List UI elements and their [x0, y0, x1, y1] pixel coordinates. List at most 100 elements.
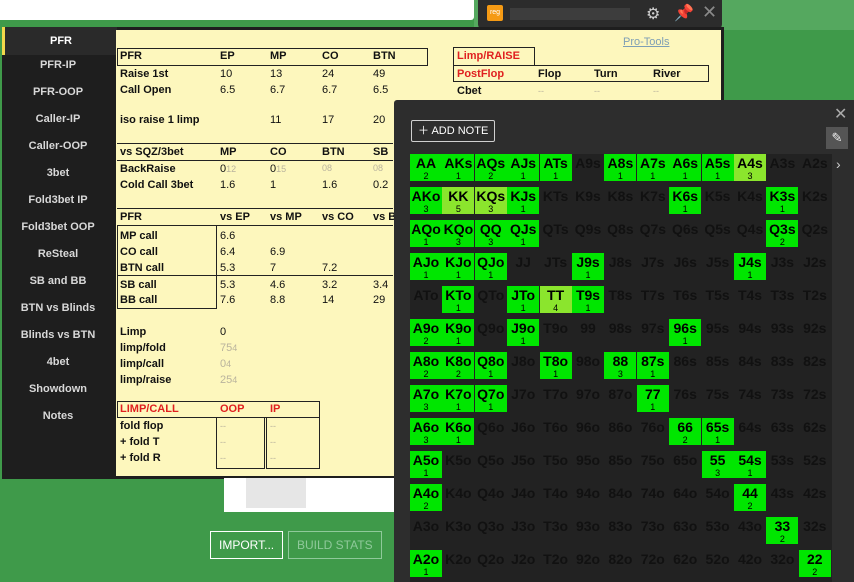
hand-cell[interactable]: 42s — [798, 484, 831, 511]
hand-cell[interactable]: 55 3 — [701, 451, 734, 478]
hand-cell[interactable]: 32s — [798, 517, 831, 544]
hand-cell[interactable]: 52s — [798, 451, 831, 478]
hand-cell[interactable]: 66 2 — [669, 418, 702, 445]
gear-icon[interactable]: ⚙ — [646, 4, 660, 24]
hand-cell[interactable]: 86o — [604, 418, 637, 445]
sidebar-item[interactable]: Showdown — [2, 379, 114, 399]
hand-cell[interactable]: T3s — [766, 286, 799, 313]
sidebar-item[interactable]: Blinds vs BTN — [2, 325, 114, 345]
hand-cell[interactable]: K8o 2 — [442, 352, 475, 379]
hand-cell[interactable]: J4o — [507, 484, 540, 511]
hand-cell[interactable]: 65s 1 — [701, 418, 734, 445]
hand-cell[interactable]: K6o 1 — [442, 418, 475, 445]
hand-cell[interactable]: Q5s — [701, 220, 734, 247]
hand-cell[interactable]: 85o — [604, 451, 637, 478]
hand-cell[interactable]: J5s — [701, 253, 734, 280]
pin-icon[interactable]: ✎ — [826, 127, 848, 149]
hand-cell[interactable]: AQo 1 — [410, 220, 442, 247]
hand-cell[interactable]: KTo 1 — [442, 286, 475, 313]
hand-cell[interactable]: K7o 1 — [442, 385, 475, 412]
hand-cell[interactable]: J9o 1 — [507, 319, 540, 346]
hand-cell[interactable]: T4o — [539, 484, 572, 511]
hand-cell[interactable]: J5o — [507, 451, 540, 478]
hand-cell[interactable]: JTo 1 — [507, 286, 540, 313]
hand-cell[interactable]: Q6o — [474, 418, 507, 445]
hand-cell[interactable]: 76o — [636, 418, 669, 445]
hand-cell[interactable]: 82o — [604, 550, 637, 577]
sidebar-item[interactable]: 4bet — [2, 352, 114, 372]
hand-cell[interactable]: 83o — [604, 517, 637, 544]
build-stats-button[interactable]: BUILD STATS — [288, 531, 382, 559]
hand-cell[interactable]: Q7s — [636, 220, 669, 247]
hand-cell[interactable]: 53s — [766, 451, 799, 478]
hand-cell[interactable]: 54s 1 — [734, 451, 766, 478]
hand-cell[interactable]: 95o — [572, 451, 604, 478]
hand-cell[interactable]: Q2o — [474, 550, 507, 577]
hand-cell[interactable]: KQo 3 — [442, 220, 475, 247]
hand-cell[interactable]: AKs 1 — [442, 154, 475, 181]
hand-cell[interactable]: Q8s — [604, 220, 637, 247]
hand-cell[interactable]: 97o — [572, 385, 604, 412]
hand-cell[interactable]: 83s — [766, 352, 799, 379]
hand-cell[interactable]: J6o — [507, 418, 540, 445]
hand-cell[interactable]: J7o — [507, 385, 540, 412]
chevron-right-icon[interactable]: › — [836, 156, 841, 172]
hand-cell[interactable]: KTs — [539, 187, 572, 214]
import-button[interactable]: IMPORT... — [210, 531, 284, 559]
hand-cell[interactable]: 95s — [701, 319, 734, 346]
hand-cell[interactable]: 92s — [798, 319, 831, 346]
hand-cell[interactable]: T2s — [798, 286, 831, 313]
hand-cell[interactable]: K8s — [604, 187, 637, 214]
hand-cell[interactable]: 32o — [766, 550, 799, 577]
hand-cell[interactable]: TT 4 — [539, 286, 572, 313]
hand-cell[interactable]: J8o — [507, 352, 540, 379]
hand-cell[interactable]: Q4s — [734, 220, 766, 247]
hand-cell[interactable]: T6s — [669, 286, 702, 313]
hand-cell[interactable]: JTs — [539, 253, 572, 280]
hand-cell[interactable]: QTo — [474, 286, 507, 313]
hand-cell[interactable]: A7s 1 — [636, 154, 669, 181]
hand-cell[interactable]: J9s 1 — [572, 253, 604, 280]
hand-cell[interactable]: Q7o 1 — [474, 385, 507, 412]
hand-cell[interactable]: K2o — [442, 550, 475, 577]
hand-cell[interactable]: K7s — [636, 187, 669, 214]
hand-cell[interactable]: J7s — [636, 253, 669, 280]
hand-cell[interactable]: T2o — [539, 550, 572, 577]
hand-cell[interactable]: Q3s 2 — [766, 220, 799, 247]
hand-cell[interactable]: T7o — [539, 385, 572, 412]
add-note-button[interactable]: ＋ ADD NOTE — [411, 120, 496, 142]
sidebar-item[interactable]: Fold3bet OOP — [2, 217, 114, 237]
hand-cell[interactable]: T8s — [604, 286, 637, 313]
hand-cell[interactable]: 74s — [734, 385, 766, 412]
hand-cell[interactable]: Q9s — [572, 220, 604, 247]
sidebar-item[interactable]: ReSteal — [2, 244, 114, 264]
hand-cell[interactable]: 64o — [669, 484, 702, 511]
sidebar-item[interactable]: 3bet — [2, 163, 114, 183]
hand-cell[interactable]: 63s — [766, 418, 799, 445]
hand-cell[interactable]: 88 3 — [604, 352, 637, 379]
hand-cell[interactable]: 98s — [604, 319, 637, 346]
sidebar-item[interactable]: Fold3bet IP — [2, 190, 114, 210]
hand-cell[interactable]: A9o 2 — [410, 319, 442, 346]
hand-cell[interactable]: T3o — [539, 517, 572, 544]
sidebar-item[interactable]: Caller-OOP — [2, 136, 114, 156]
hand-cell[interactable]: K9s — [572, 187, 604, 214]
hand-cell[interactable]: 22 2 — [798, 550, 831, 577]
hand-cell[interactable]: 75o — [636, 451, 669, 478]
hand-cell[interactable]: A7o 3 — [410, 385, 442, 412]
hand-cell[interactable]: 99 — [572, 319, 604, 346]
hand-cell[interactable]: 75s — [701, 385, 734, 412]
hand-cell[interactable]: J6s — [669, 253, 702, 280]
hand-cell[interactable]: A4o 2 — [410, 484, 442, 511]
hand-cell[interactable]: T8o 1 — [539, 352, 572, 379]
hand-cell[interactable]: T9s 1 — [572, 286, 604, 313]
hand-cell[interactable]: KQs 3 — [474, 187, 507, 214]
hand-cell[interactable]: 77 1 — [636, 385, 669, 412]
hand-cell[interactable]: K5o — [442, 451, 475, 478]
pro-tools-link[interactable]: Pro-Tools — [623, 36, 669, 48]
hand-cell[interactable]: A9s — [572, 154, 604, 181]
hand-cell[interactable]: J3s — [766, 253, 799, 280]
hand-cell[interactable]: 96s 1 — [669, 319, 702, 346]
hand-cell[interactable]: 43s — [766, 484, 799, 511]
hand-cell[interactable]: 33 2 — [766, 517, 799, 544]
